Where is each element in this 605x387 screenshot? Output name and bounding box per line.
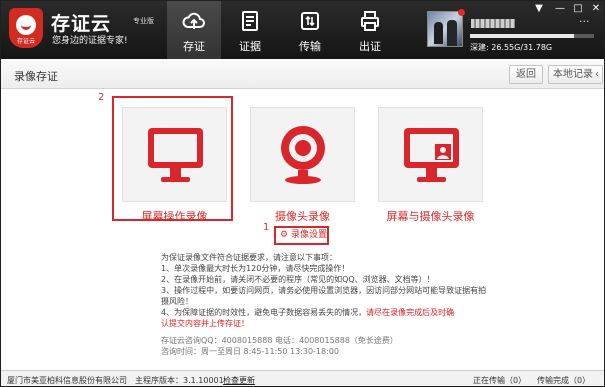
nav-label: 存证 [183, 40, 205, 53]
nav-tab-certificate[interactable]: 出证 [343, 1, 397, 59]
nav-label: 出证 [359, 40, 381, 53]
screen-recording-label[interactable]: 屏幕操作录像 [112, 208, 237, 224]
program-version: 主程序版本：3.1.10001 [135, 376, 224, 385]
contact-hours: 咨询时间：周一至周日 8:45-11:50 13:30-18:00 [161, 347, 339, 356]
webcam-recording-option[interactable] [250, 107, 355, 202]
notification-dot [458, 9, 465, 16]
app-slogan: 您身边的证据专家! [52, 36, 128, 46]
notes-item-4-text: 4、为保障证据的时效性，避免电子数据容易丢失的情况， [161, 308, 367, 317]
notes-intro: 为保证录像文件符合证据要求，请注意以下事项： [161, 253, 337, 262]
avatar-figure [434, 22, 443, 44]
nav-label: 证据 [239, 40, 261, 53]
notes-item-4-warning-cont: 认提交内容并上传存证！ [161, 319, 249, 328]
completed-count[interactable]: 传输完成（0） [537, 375, 590, 386]
notes-item-1: 1、单次录像最大时长为120分钟，请尽快完成操作！ [161, 264, 350, 273]
notes-item-4: 4、为保障证据的时效性，避免电子数据容易丢失的情况，请尽在录像完成后及时确 [161, 307, 481, 318]
cloud-upload-icon [182, 12, 205, 29]
gear-icon: ⚙ [280, 230, 289, 240]
webcam-recording-label[interactable]: 摄像头录像 [240, 208, 365, 224]
annotation-1: 1 [263, 222, 270, 233]
nav-tab-evidence[interactable]: 证据 [223, 1, 277, 59]
back-button[interactable]: 返回 [509, 65, 543, 84]
nav-tab-evidence-deposit[interactable]: 存证 [167, 1, 221, 59]
app-name: 存证云 [51, 13, 112, 35]
recording-settings-button[interactable]: ⚙ 录像设置 [274, 226, 329, 245]
printer-icon [361, 11, 379, 31]
check-update-link[interactable]: 检查更新 [223, 375, 255, 386]
menu-dropdown-icon[interactable]: ▼ [532, 3, 546, 15]
contact-info: 存证云咨询QQ：4008015888 电话：4008015888（免长途费） [161, 336, 398, 345]
screen-and-webcam-recording-option[interactable] [378, 107, 483, 202]
notes-item-4-warning: 请尽在录像完成后及时确 [366, 308, 455, 317]
page-title: 录像存证 [14, 70, 58, 83]
user-avatar[interactable] [427, 9, 465, 47]
recording-notes: 为保证录像文件符合证据要求，请注意以下事项： 1、单次录像最大时长为120分钟，… [161, 252, 487, 357]
recording-settings-label: 录像设置 [290, 230, 327, 240]
local-records-button[interactable]: 本地记录 ‹ [548, 65, 603, 84]
more-options-icon[interactable]: ··· [579, 15, 590, 28]
notes-item-3-cont: 摄风险！ [161, 297, 193, 306]
notes-item-2: 2、在录像开始前，请关闭不必要的程序（常见的如QQ、浏览器、文档等）！ [161, 275, 435, 284]
monitor-icon [148, 128, 203, 182]
nav-tab-transfer[interactable]: 传输 [283, 1, 337, 59]
logo-face-icon [16, 15, 36, 35]
local-records-text: 本地记录 [553, 69, 593, 80]
status-bar: 厦门市美亚柏科信息股份有限公司 主程序版本：3.1.10001 检查更新 正在传… [1, 370, 604, 386]
close-button[interactable]: ✕ [589, 3, 603, 15]
storage-usage-text: 深建: 26.55G/31.78G [470, 43, 553, 52]
minimize-button[interactable]: — [553, 3, 567, 15]
title-bar: 存证云 存证云 专业版 您身边的证据专家! 存证 证据 传输 出证 深建: 26… [1, 1, 604, 59]
document-icon [242, 11, 258, 31]
username-redacted [471, 19, 515, 28]
app-logo: 存证云 [9, 8, 43, 48]
page-header: 录像存证 返回 本地记录 ‹ [1, 59, 604, 89]
transfer-icon [301, 12, 319, 30]
storage-progress-bar [470, 34, 594, 38]
maximize-button[interactable]: □ [571, 3, 585, 15]
storage-progress-fill [470, 34, 574, 38]
app-window: 存证云 存证云 专业版 您身边的证据专家! 存证 证据 传输 出证 深建: 26… [0, 0, 605, 387]
screen-and-webcam-label[interactable]: 屏幕与摄像头录像 [368, 208, 493, 224]
notes-item-3: 3、操作过程中，如要访问网页，请务必使用设置浏览器，因访问部分网站可能导致证据有… [161, 286, 487, 295]
app-edition: 专业版 [133, 17, 154, 25]
nav-label: 传输 [299, 40, 321, 53]
avatar-figure [447, 20, 457, 46]
monitor-person-icon [404, 128, 459, 182]
logo-caption: 存证云 [16, 38, 35, 45]
uploading-count[interactable]: 正在传输（0） [473, 375, 526, 386]
chevron-left-icon: ‹ [595, 69, 599, 80]
screen-recording-option[interactable] [122, 107, 227, 202]
company-name: 厦门市美亚柏科信息股份有限公司 [7, 376, 127, 385]
webcam-icon [281, 126, 325, 184]
annotation-2: 2 [98, 92, 105, 103]
